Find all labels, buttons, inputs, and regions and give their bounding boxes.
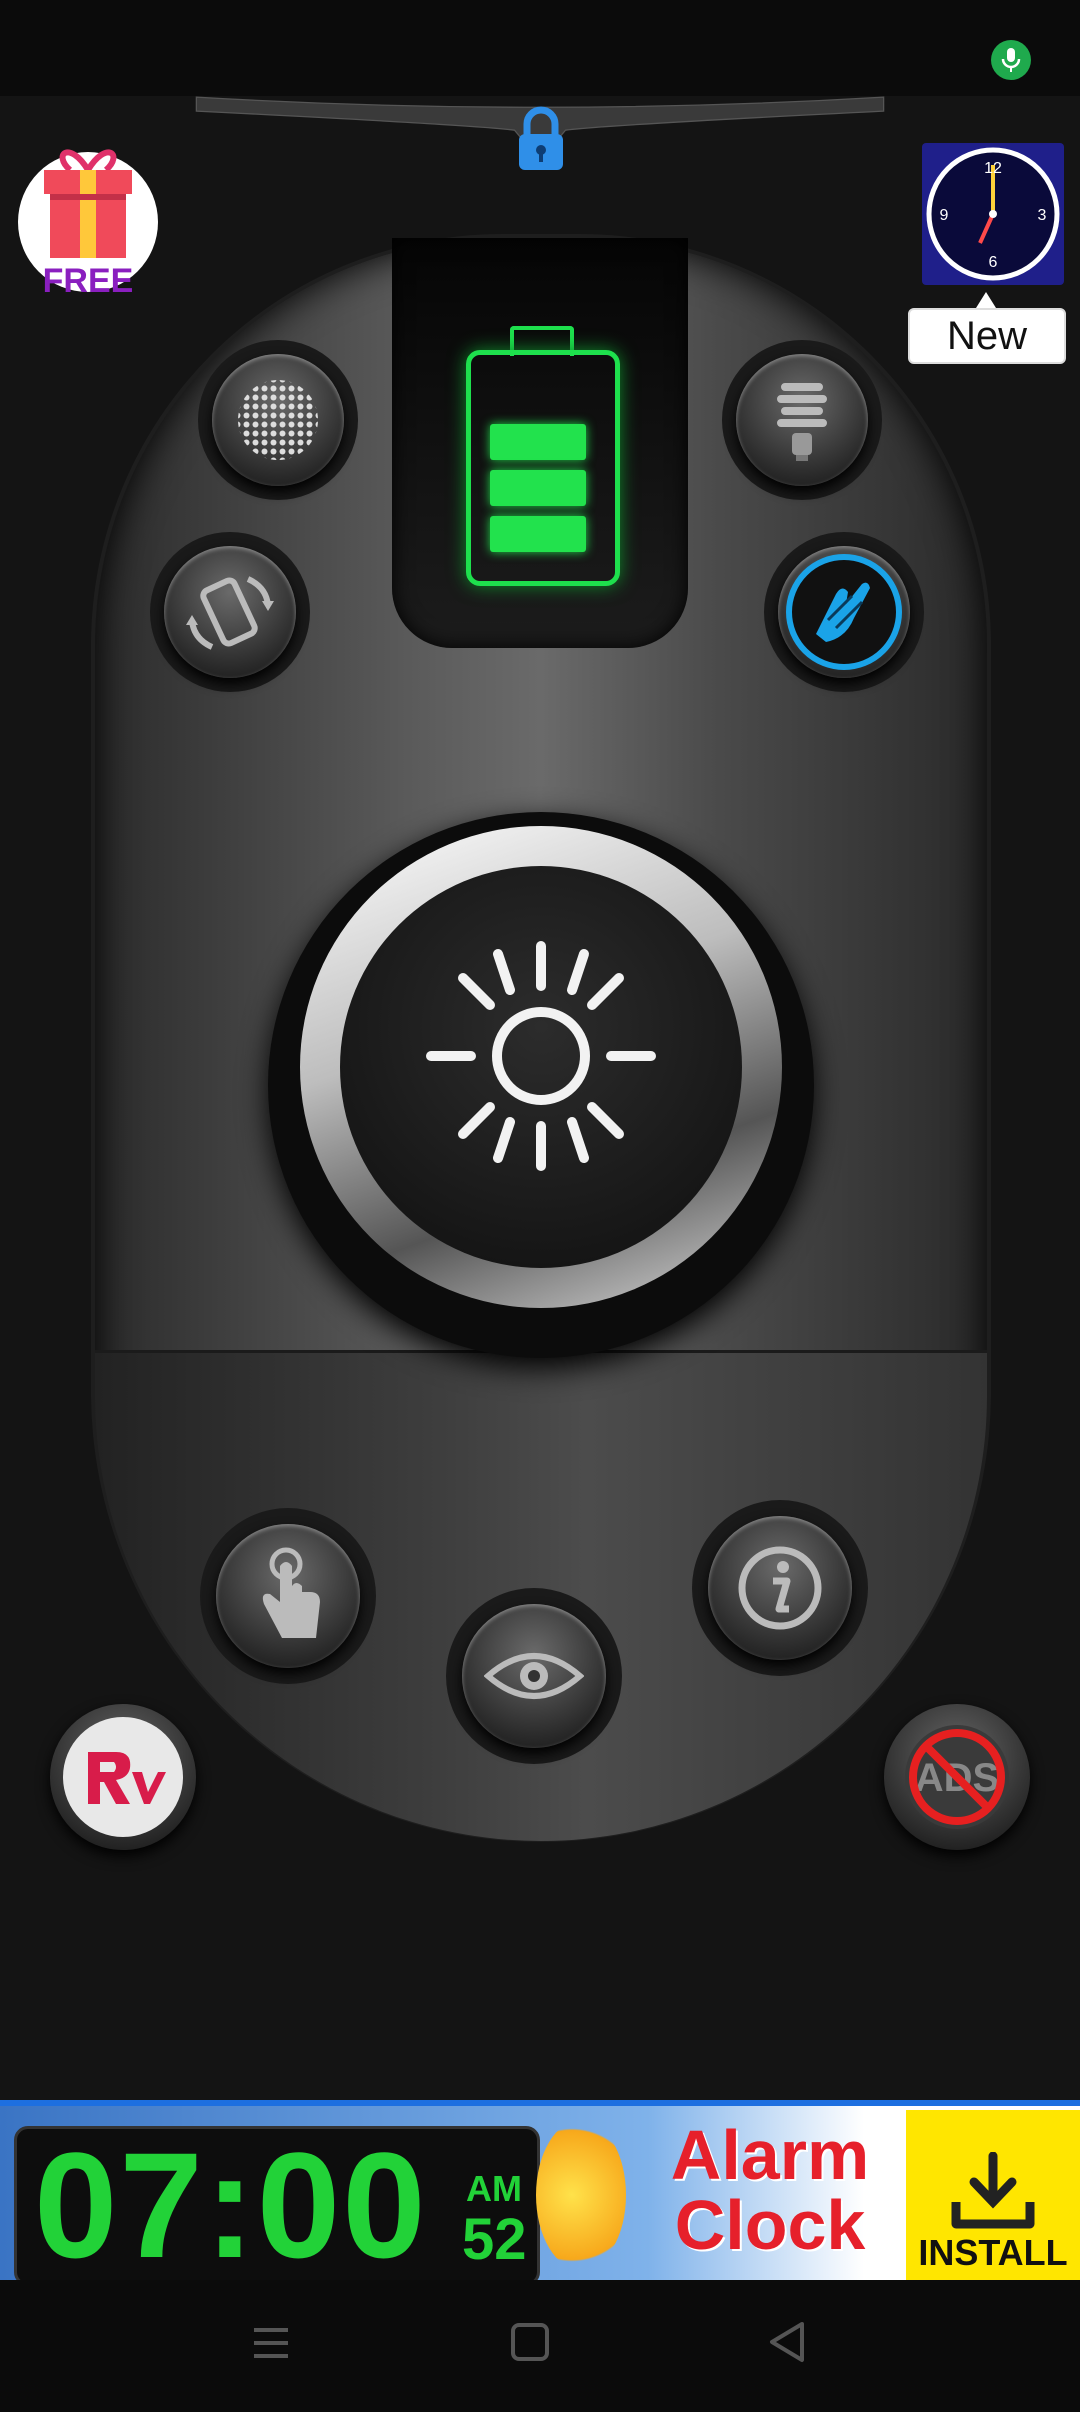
battery-level-bar bbox=[490, 424, 586, 460]
touch-mode-button[interactable] bbox=[216, 1524, 360, 1668]
clock-dial-6: 6 bbox=[989, 254, 998, 271]
disco-ball-icon bbox=[238, 380, 318, 460]
battery-level-bar bbox=[490, 516, 586, 552]
sun-icon bbox=[426, 941, 656, 1171]
info-icon bbox=[738, 1546, 822, 1630]
status-bar bbox=[0, 0, 1080, 96]
eye-mode-button[interactable] bbox=[462, 1604, 606, 1748]
clock-dial-9: 9 bbox=[940, 207, 949, 224]
ad-seconds: 52 bbox=[462, 2207, 527, 2272]
clock-widget-button[interactable]: 12 3 6 9 bbox=[922, 143, 1064, 285]
clock-icon: 12 3 6 9 bbox=[926, 147, 1060, 281]
gift-free-label: FREE bbox=[42, 262, 134, 300]
menu-icon[interactable] bbox=[250, 2322, 292, 2364]
ad-time: 07:00 bbox=[34, 2121, 428, 2289]
shake-rotate-button[interactable] bbox=[164, 546, 296, 678]
lock-icon[interactable] bbox=[505, 100, 577, 180]
battery-level-bar bbox=[490, 470, 586, 506]
clock-dial-12: 12 bbox=[984, 160, 1002, 177]
new-badge-tip bbox=[976, 292, 996, 308]
clap-mode-button[interactable] bbox=[778, 546, 910, 678]
mic-icon bbox=[991, 40, 1031, 80]
back-icon[interactable] bbox=[766, 2320, 808, 2364]
info-button[interactable] bbox=[708, 1516, 852, 1660]
ad-title-line1: Alarm bbox=[670, 2116, 870, 2194]
eye-icon bbox=[484, 1653, 584, 1699]
remove-ads-button[interactable]: ADS bbox=[884, 1704, 1030, 1850]
home-icon[interactable] bbox=[510, 2322, 550, 2362]
clap-hands-icon bbox=[816, 582, 870, 642]
ad-install-label: INSTALL bbox=[918, 2232, 1068, 2273]
download-icon bbox=[951, 2152, 1035, 2229]
new-badge: New bbox=[908, 308, 1066, 364]
touch-icon bbox=[262, 1547, 320, 1638]
rotate-phone-icon bbox=[186, 576, 274, 650]
flashlight-power-button[interactable] bbox=[340, 866, 742, 1268]
ad-title-line2: Clock bbox=[674, 2186, 866, 2264]
free-gift-button[interactable]: FREE bbox=[18, 140, 158, 302]
rv-apps-button[interactable] bbox=[50, 1704, 196, 1850]
gift-icon bbox=[44, 149, 132, 258]
bulb-mode-button[interactable] bbox=[736, 354, 868, 486]
disco-mode-button[interactable] bbox=[212, 354, 344, 486]
ad-install-button[interactable]: INSTALL bbox=[906, 2110, 1080, 2280]
ad-title: Alarm Clock bbox=[640, 2120, 900, 2260]
system-nav-bar bbox=[0, 2280, 1080, 2412]
no-ads-icon: ADS bbox=[905, 1725, 1009, 1829]
rv-logo-icon bbox=[88, 1752, 166, 1804]
ad-am-pm: AM bbox=[466, 2168, 522, 2209]
ad-sun-image bbox=[536, 2120, 626, 2270]
bulb-icon bbox=[777, 383, 827, 461]
clock-dial-3: 3 bbox=[1038, 207, 1047, 224]
